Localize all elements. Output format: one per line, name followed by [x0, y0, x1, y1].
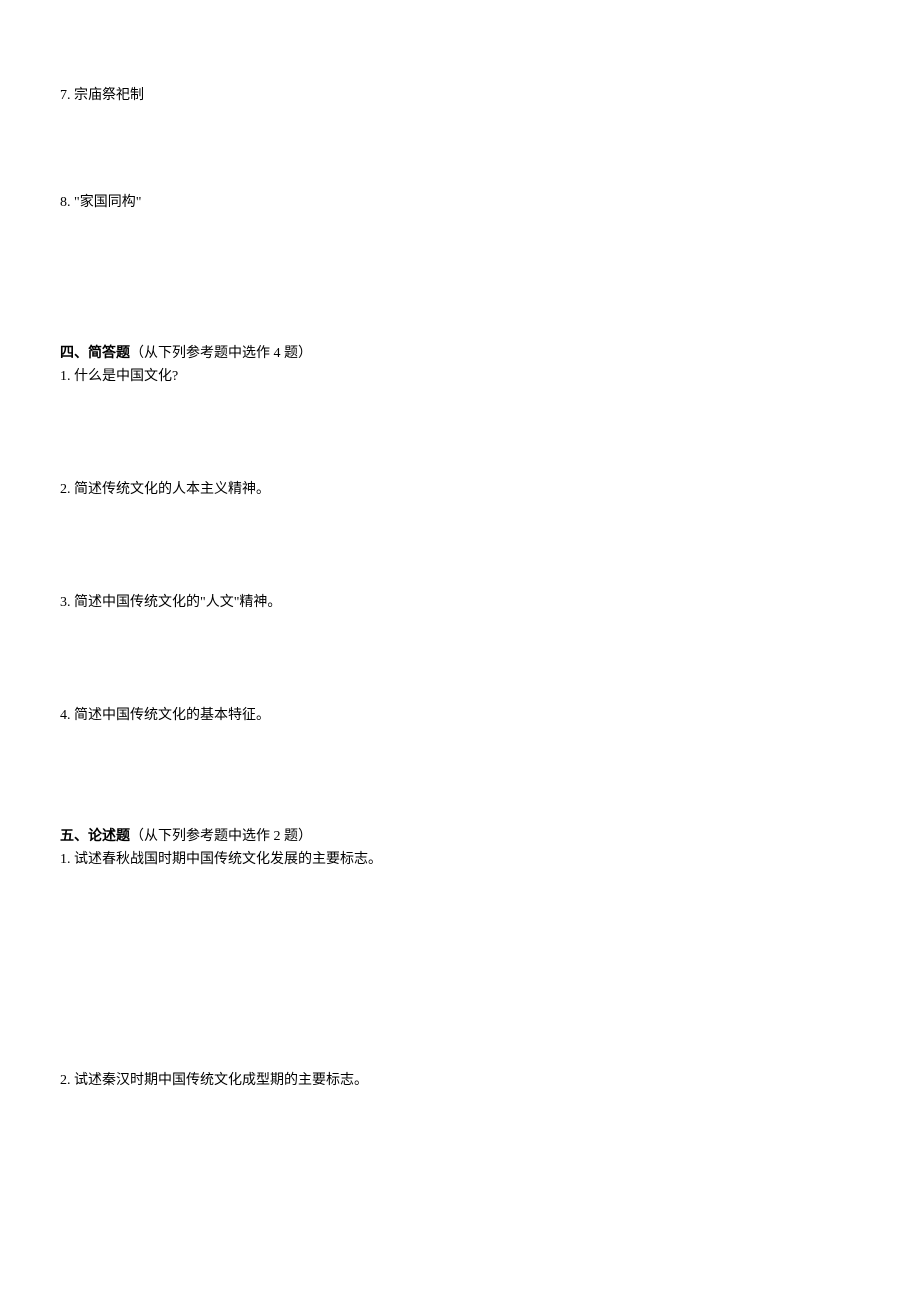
short-answer-q4: 4. 简述中国传统文化的基本特征。: [60, 705, 860, 726]
section-4-header: 四、简答题（从下列参考题中选作 4 题）: [60, 343, 860, 364]
short-answer-q2: 2. 简述传统文化的人本主义精神。: [60, 479, 860, 500]
section-4-note: （从下列参考题中选作 4 题）: [130, 346, 312, 361]
essay-q2: 2. 试述秦汉时期中国传统文化成型期的主要标志。: [60, 1070, 860, 1091]
section-5-header: 五、论述题（从下列参考题中选作 2 题）: [60, 826, 860, 847]
section-short-answer: 四、简答题（从下列参考题中选作 4 题） 1. 什么是中国文化? 2. 简述传统…: [60, 343, 860, 726]
term-item-8: 8. "家国同构": [60, 192, 860, 213]
section-5-title: 五、论述题: [60, 829, 130, 844]
essay-q1: 1. 试述春秋战国时期中国传统文化发展的主要标志。: [60, 849, 860, 870]
section-5-note: （从下列参考题中选作 2 题）: [130, 829, 312, 844]
section-essay: 五、论述题（从下列参考题中选作 2 题） 1. 试述春秋战国时期中国传统文化发展…: [60, 826, 860, 1091]
term-item-7: 7. 宗庙祭祀制: [60, 85, 860, 106]
section-4-title: 四、简答题: [60, 346, 130, 361]
short-answer-q1: 1. 什么是中国文化?: [60, 366, 860, 387]
short-answer-q3: 3. 简述中国传统文化的"人文"精神。: [60, 592, 860, 613]
